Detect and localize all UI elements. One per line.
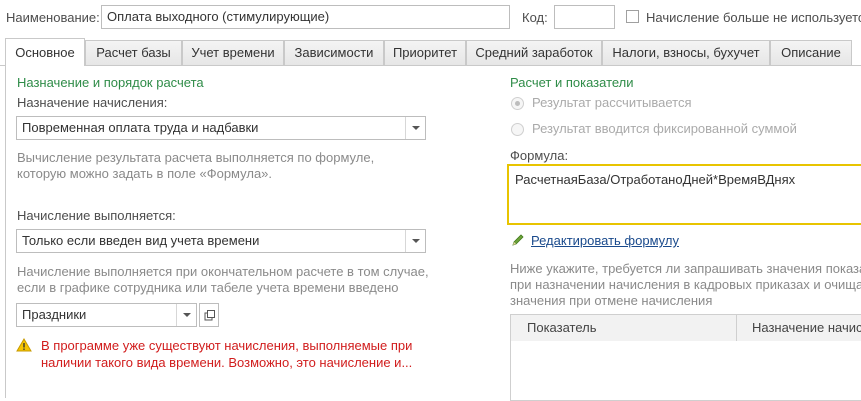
formula-text: РасчетнаяБаза/ОтработаноДней*ВремяВДнях — [515, 172, 796, 187]
request-hint-line3: значения при отмене начисления — [510, 293, 713, 308]
purpose-section-title: Назначение и порядок расчета — [17, 75, 204, 90]
radio-result-calculated[interactable] — [511, 97, 524, 110]
edit-formula-link[interactable]: Редактировать формулу — [531, 233, 679, 248]
chevron-down-icon[interactable] — [405, 117, 425, 139]
request-hint-line1: Ниже укажите, требуется ли запрашивать з… — [510, 261, 861, 276]
performed-hint-line1: Начисление выполняется при окончательном… — [17, 264, 429, 279]
purpose-hint-line1: Вычисление результата расчета выполняетс… — [17, 150, 375, 165]
not-used-checkbox[interactable] — [626, 10, 639, 23]
performed-label: Начисление выполняется: — [17, 208, 176, 223]
request-hint-line2: при назначении начисления в кадровых при… — [510, 277, 861, 292]
not-used-label: Начисление больше не используется — [646, 10, 861, 25]
tab-dependencies[interactable]: Зависимости — [284, 40, 384, 65]
time-kind-select-value: Праздники — [22, 307, 87, 322]
radio-result-fixed[interactable] — [511, 123, 524, 136]
code-label: Код: — [522, 10, 548, 25]
column-header-purpose[interactable]: Назначение начисл — [752, 320, 861, 335]
chevron-down-icon[interactable] — [405, 230, 425, 252]
radio-result-calculated-label: Результат рассчитывается — [532, 95, 692, 110]
tab-description[interactable]: Описание — [770, 40, 852, 65]
open-time-kind-button[interactable] — [199, 303, 219, 327]
warning-icon — [16, 338, 32, 352]
chevron-down-icon[interactable] — [176, 304, 196, 326]
warning-text-line1: В программе уже существуют начисления, в… — [41, 338, 413, 353]
warning-text-line2[interactable]: наличии такого вида времени. Возможно, э… — [41, 354, 412, 372]
tab-base-calculation[interactable]: Расчет базы — [85, 40, 182, 65]
purpose-hint-line2: которую можно задать в поле «Формула». — [17, 166, 273, 181]
performed-hint-line2: если в графике сотрудника или табеле уче… — [17, 280, 399, 295]
column-header-indicator[interactable]: Показатель — [527, 320, 597, 335]
tab-time-accounting[interactable]: Учет времени — [182, 40, 284, 65]
formula-field[interactable]: РасчетнаяБаза/ОтработаноДней*ВремяВДнях — [507, 164, 861, 225]
column-separator — [736, 315, 737, 341]
name-label: Наименование: — [6, 10, 100, 25]
indicators-table-body[interactable] — [510, 341, 861, 401]
tab-main[interactable]: Основное — [5, 38, 85, 66]
name-field[interactable]: Оплата выходного (стимулирующие) — [101, 5, 510, 29]
formula-label: Формула: — [510, 148, 569, 163]
code-field[interactable] — [554, 5, 615, 29]
tab-bar-line — [0, 65, 861, 66]
calculation-section-title: Расчет и показатели — [510, 75, 634, 90]
time-kind-select[interactable]: Праздники — [16, 303, 197, 327]
pencil-icon — [512, 234, 524, 246]
panel-border — [5, 66, 6, 398]
radio-result-fixed-label: Результат вводится фиксированной суммой — [532, 121, 797, 136]
open-form-icon — [204, 310, 215, 321]
performed-select[interactable]: Только если введен вид учета времени — [16, 229, 426, 253]
performed-select-value: Только если введен вид учета времени — [22, 233, 260, 248]
purpose-select[interactable]: Повременная оплата труда и надбавки — [16, 116, 426, 140]
tab-average-earnings[interactable]: Средний заработок — [466, 40, 602, 65]
tab-priority[interactable]: Приоритет — [384, 40, 466, 65]
purpose-select-value: Повременная оплата труда и надбавки — [22, 120, 259, 135]
purpose-label: Назначение начисления: — [17, 95, 168, 110]
tab-taxes[interactable]: Налоги, взносы, бухучет — [602, 40, 770, 65]
